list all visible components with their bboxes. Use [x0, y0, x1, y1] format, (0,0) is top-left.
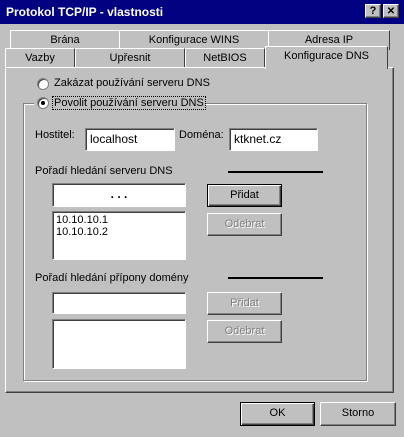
title-bar: Protokol TCP/IP - vlastnosti — [0, 0, 404, 24]
domain-label: Doména: — [179, 129, 224, 141]
dns-ip-input[interactable]: . . . — [52, 183, 186, 207]
window-title: Protokol TCP/IP - vlastnosti — [6, 5, 164, 19]
remove-server-button[interactable]: Odebrat — [207, 213, 282, 236]
enable-dns-option[interactable]: Povolit používání serveru DNS — [34, 95, 206, 111]
suffix-input[interactable] — [52, 292, 186, 314]
add-suffix-button[interactable]: Přidat — [207, 292, 282, 315]
tab-upresnit[interactable]: Upřesnit — [75, 48, 185, 68]
help-button[interactable]: ? — [365, 4, 381, 18]
section-divider — [228, 171, 323, 173]
suffix-list[interactable] — [52, 319, 186, 369]
radio-selected-dot — [41, 101, 45, 105]
suffix-order-label: Pořadí hledání přípony domény — [35, 272, 189, 284]
radio-enable-dns[interactable] — [37, 97, 49, 109]
host-input[interactable]: localhost — [85, 128, 175, 151]
list-item[interactable]: 10.10.10.1 — [56, 214, 182, 226]
enable-dns-label[interactable]: Povolit používání serveru DNS — [52, 96, 206, 110]
disable-dns-label[interactable]: Zakázat používání serveru DNS — [54, 77, 210, 89]
tab-konfigurace-wins[interactable]: Konfigurace WINS — [119, 30, 269, 50]
tab-netbios[interactable]: NetBIOS — [185, 48, 265, 68]
close-button[interactable]: ✕ — [383, 4, 399, 18]
dns-server-list[interactable]: 10.10.10.1 10.10.10.2 — [52, 211, 186, 260]
remove-suffix-button[interactable]: Odebrat — [207, 320, 282, 343]
cancel-button[interactable]: Storno — [320, 402, 396, 426]
tab-vazby[interactable]: Vazby — [5, 48, 75, 68]
list-item[interactable]: 10.10.10.2 — [56, 226, 182, 238]
radio-disable-dns[interactable] — [37, 78, 49, 90]
section-divider — [228, 277, 323, 279]
add-server-button[interactable]: Přidat — [207, 184, 282, 207]
tab-konfigurace-dns[interactable]: Konfigurace DNS — [265, 46, 388, 69]
tab-brana[interactable]: Brána — [10, 30, 120, 50]
ok-button[interactable]: OK — [240, 402, 315, 426]
server-order-label: Pořadí hledání serveru DNS — [35, 165, 173, 177]
host-label: Hostitel: — [35, 129, 75, 141]
domain-input[interactable]: ktknet.cz — [229, 128, 318, 151]
